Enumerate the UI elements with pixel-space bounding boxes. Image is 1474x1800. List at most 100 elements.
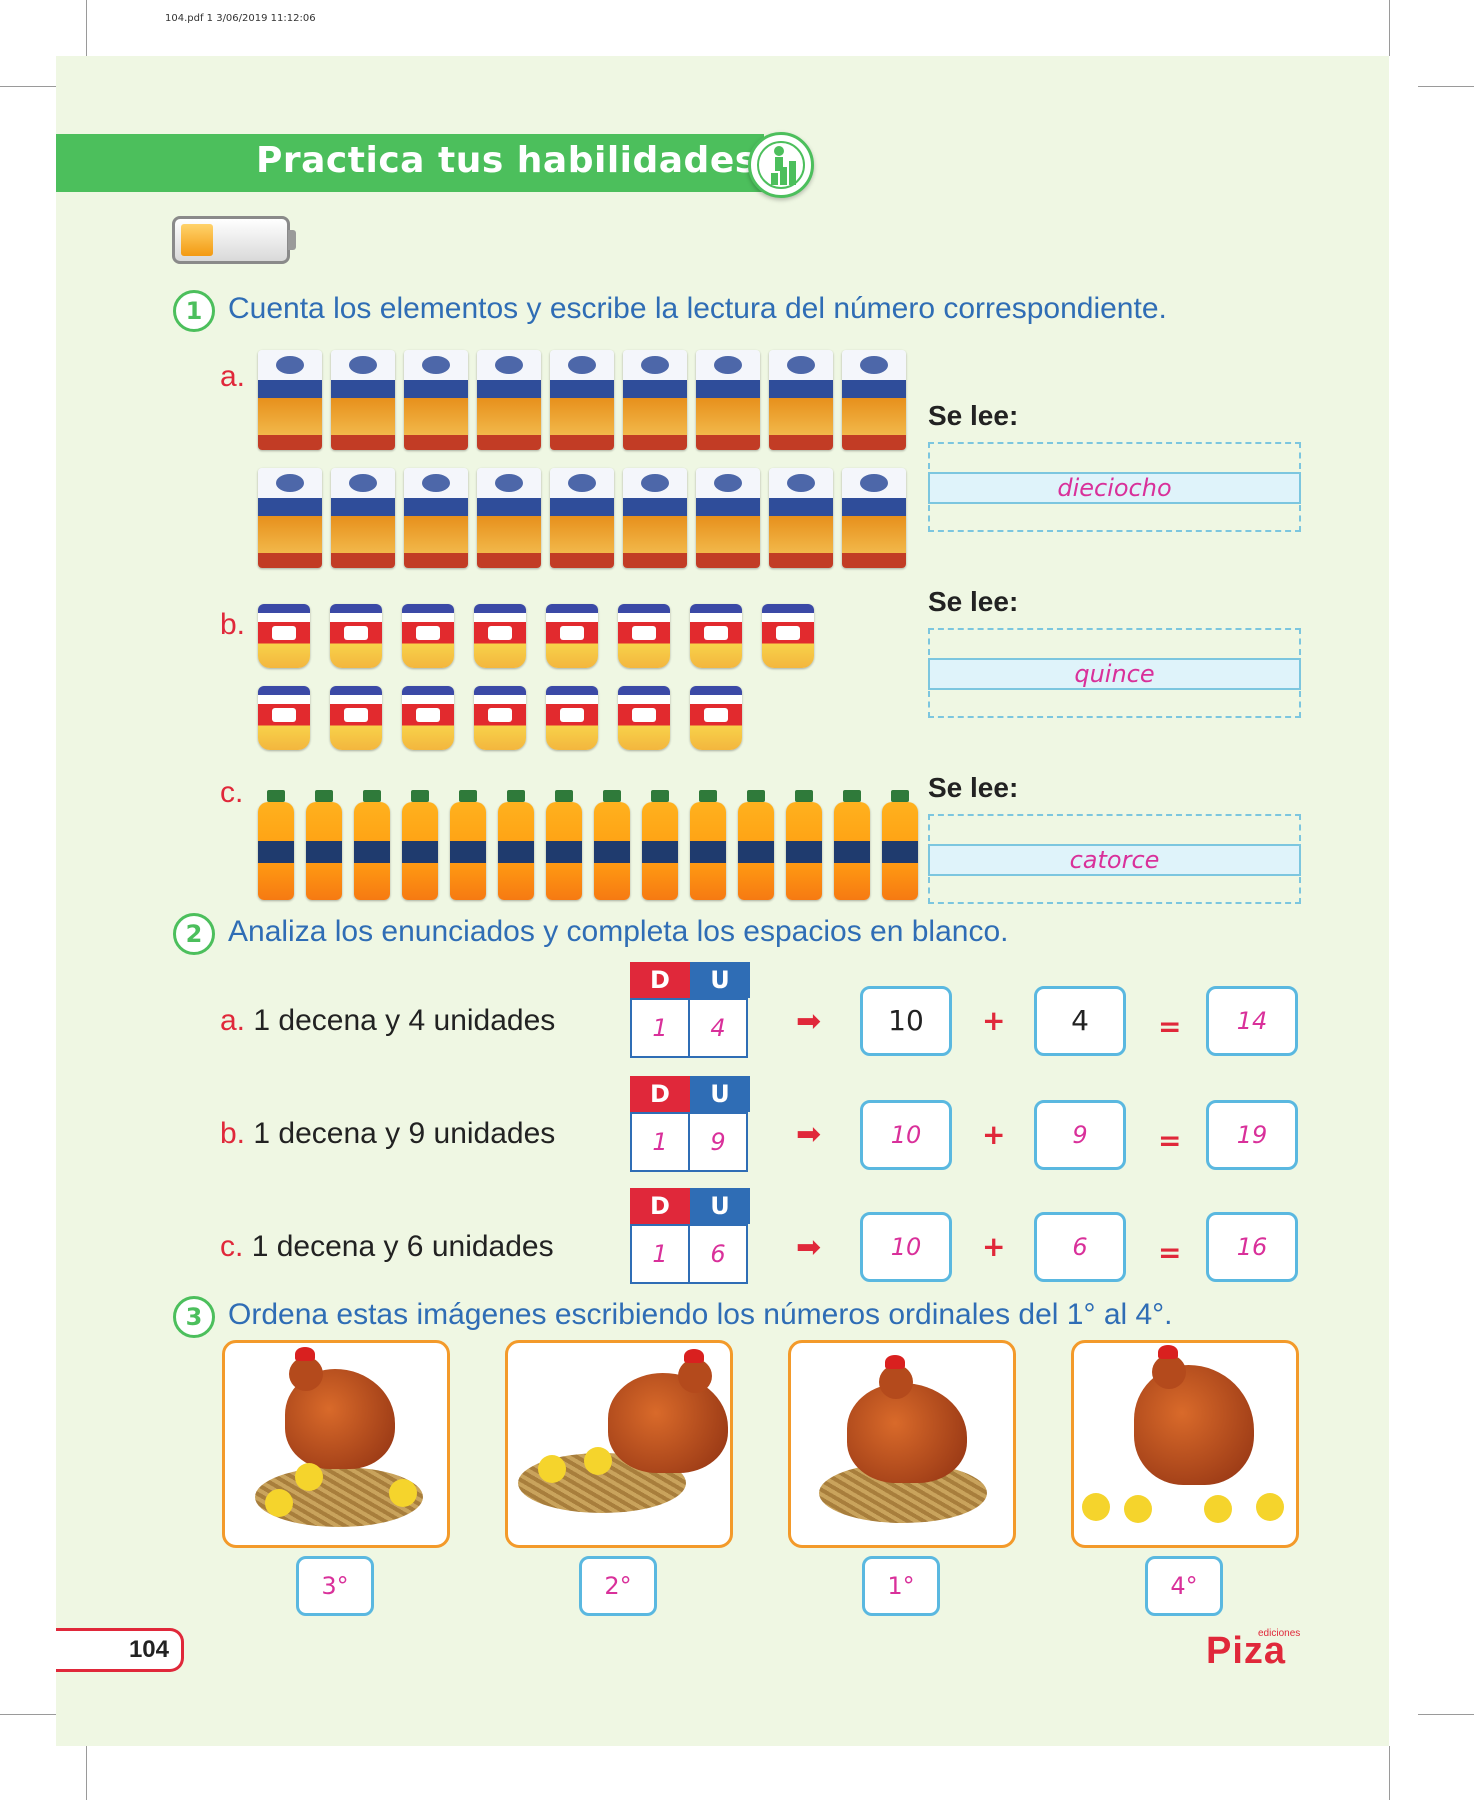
juice-bottle-image — [306, 790, 342, 900]
crop-mark — [1418, 86, 1474, 87]
plus-sign: + — [982, 1004, 1006, 1037]
yogurt-cup-image — [474, 604, 526, 668]
read-label: Se lee: — [928, 772, 1019, 803]
answer-writing-lines: catorce — [928, 814, 1301, 904]
answer-field[interactable]: catorce — [928, 844, 1301, 876]
flour-bag-image — [696, 350, 760, 450]
page-number: 104 — [56, 1628, 184, 1672]
equals-sign: = — [1158, 1236, 1182, 1269]
ordinal-answer-box[interactable]: 2° — [579, 1556, 657, 1616]
flour-bag-image — [258, 468, 322, 568]
crop-mark — [1389, 0, 1390, 56]
units-value-box[interactable]: 4 — [1034, 986, 1126, 1056]
place-value-table: D U 1 9 — [630, 1076, 750, 1172]
tens-cell[interactable]: 1 — [630, 1112, 690, 1172]
statement-text: 1 decena y 6 unidades — [251, 1230, 554, 1263]
hen-comb — [684, 1349, 704, 1363]
units-value-box[interactable]: 6 — [1034, 1212, 1126, 1282]
answer-field[interactable]: dieciocho — [928, 472, 1301, 504]
yogurt-cup-image — [690, 604, 742, 668]
statement-row-b: b. 1 decena y 9 unidades — [220, 1117, 555, 1151]
file-header: 104.pdf 1 3/06/2019 11:12:06 — [165, 13, 316, 24]
units-header: U — [690, 1076, 750, 1112]
chick-image — [584, 1447, 612, 1475]
flour-bags-group — [258, 350, 918, 568]
juice-bottles-row — [258, 790, 918, 900]
ordinal-answer-box[interactable]: 4° — [1145, 1556, 1223, 1616]
statement-row-a: a. 1 decena y 4 unidades — [220, 1004, 555, 1038]
crop-mark — [1389, 1746, 1390, 1800]
tens-value-box[interactable]: 10 — [860, 1100, 952, 1170]
flour-bag-image — [550, 468, 614, 568]
ordinal-answer-box[interactable]: 1° — [862, 1556, 940, 1616]
question-number: 1 — [173, 290, 215, 332]
read-label: Se lee: — [928, 586, 1019, 617]
equals-sign: = — [1158, 1124, 1182, 1157]
sum-box[interactable]: 14 — [1206, 986, 1298, 1056]
juice-bottle-image — [786, 790, 822, 900]
flour-bag-image — [769, 468, 833, 568]
item-letter: a. — [220, 1004, 246, 1037]
tens-cell[interactable]: 1 — [630, 998, 690, 1058]
question-number: 3 — [173, 1296, 215, 1338]
yogurt-cup-image — [330, 604, 382, 668]
yogurt-cup-image — [546, 686, 598, 750]
section-title: Practica tus habilidades — [256, 140, 757, 181]
statement-row-c: c. 1 decena y 6 unidades — [220, 1230, 554, 1264]
ordinal-answer-box[interactable]: 3° — [296, 1556, 374, 1616]
chick-image — [389, 1479, 417, 1507]
tens-header: D — [630, 962, 690, 998]
crop-mark — [1418, 1714, 1474, 1715]
answer-field[interactable]: quince — [928, 658, 1301, 690]
flour-bag-image — [477, 468, 541, 568]
hen-photo-frame — [1071, 1340, 1299, 1548]
tens-cell[interactable]: 1 — [630, 1224, 690, 1284]
juice-bottle-image — [690, 790, 726, 900]
yogurt-cup-image — [618, 604, 670, 668]
hen-comb — [295, 1347, 315, 1361]
chick-image — [295, 1463, 323, 1491]
juice-bottle-image — [594, 790, 630, 900]
flour-bag-image — [769, 350, 833, 450]
hen-photo-frame — [222, 1340, 450, 1548]
units-cell[interactable]: 4 — [688, 998, 748, 1058]
units-cell[interactable]: 6 — [688, 1224, 748, 1284]
item-letter: a. — [220, 360, 246, 393]
sum-box[interactable]: 16 — [1206, 1212, 1298, 1282]
publisher-logo: Piza — [1206, 1630, 1287, 1672]
item-letter: c. — [220, 1230, 244, 1263]
place-value-table: D U 1 6 — [630, 1188, 750, 1284]
tens-value-box[interactable]: 10 — [860, 1212, 952, 1282]
question-text: Cuenta los elementos y escribe la lectur… — [228, 292, 1167, 325]
hen-comb — [1158, 1345, 1178, 1359]
yogurt-cup-image — [690, 686, 742, 750]
arrow-right-icon: ➡ — [796, 1117, 822, 1152]
sum-box[interactable]: 19 — [1206, 1100, 1298, 1170]
chick-image — [265, 1489, 293, 1517]
yogurt-cup-image — [402, 686, 454, 750]
yogurt-cup-image — [330, 686, 382, 750]
juice-bottle-image — [882, 790, 918, 900]
tens-header: D — [630, 1076, 690, 1112]
units-cell[interactable]: 9 — [688, 1112, 748, 1172]
hen-head — [1152, 1355, 1186, 1389]
equals-sign: = — [1158, 1010, 1182, 1043]
hen-head — [678, 1359, 712, 1393]
item-letter: c. — [220, 776, 244, 809]
juice-bottle-image — [642, 790, 678, 900]
units-value-box[interactable]: 9 — [1034, 1100, 1126, 1170]
arrow-right-icon: ➡ — [796, 1004, 822, 1039]
tens-header: D — [630, 1188, 690, 1224]
question-text: Analiza los enunciados y completa los es… — [228, 915, 1009, 948]
flour-bag-image — [842, 468, 906, 568]
flour-bag-image — [331, 468, 395, 568]
chick-image — [1256, 1493, 1284, 1521]
juice-bottle-image — [354, 790, 390, 900]
yogurt-cup-image — [402, 604, 454, 668]
hen-head — [289, 1357, 323, 1391]
arrow-right-icon: ➡ — [796, 1230, 822, 1265]
units-header: U — [690, 962, 750, 998]
juice-bottle-image — [498, 790, 534, 900]
tens-value-box[interactable]: 10 — [860, 986, 952, 1056]
juice-bottle-image — [402, 790, 438, 900]
